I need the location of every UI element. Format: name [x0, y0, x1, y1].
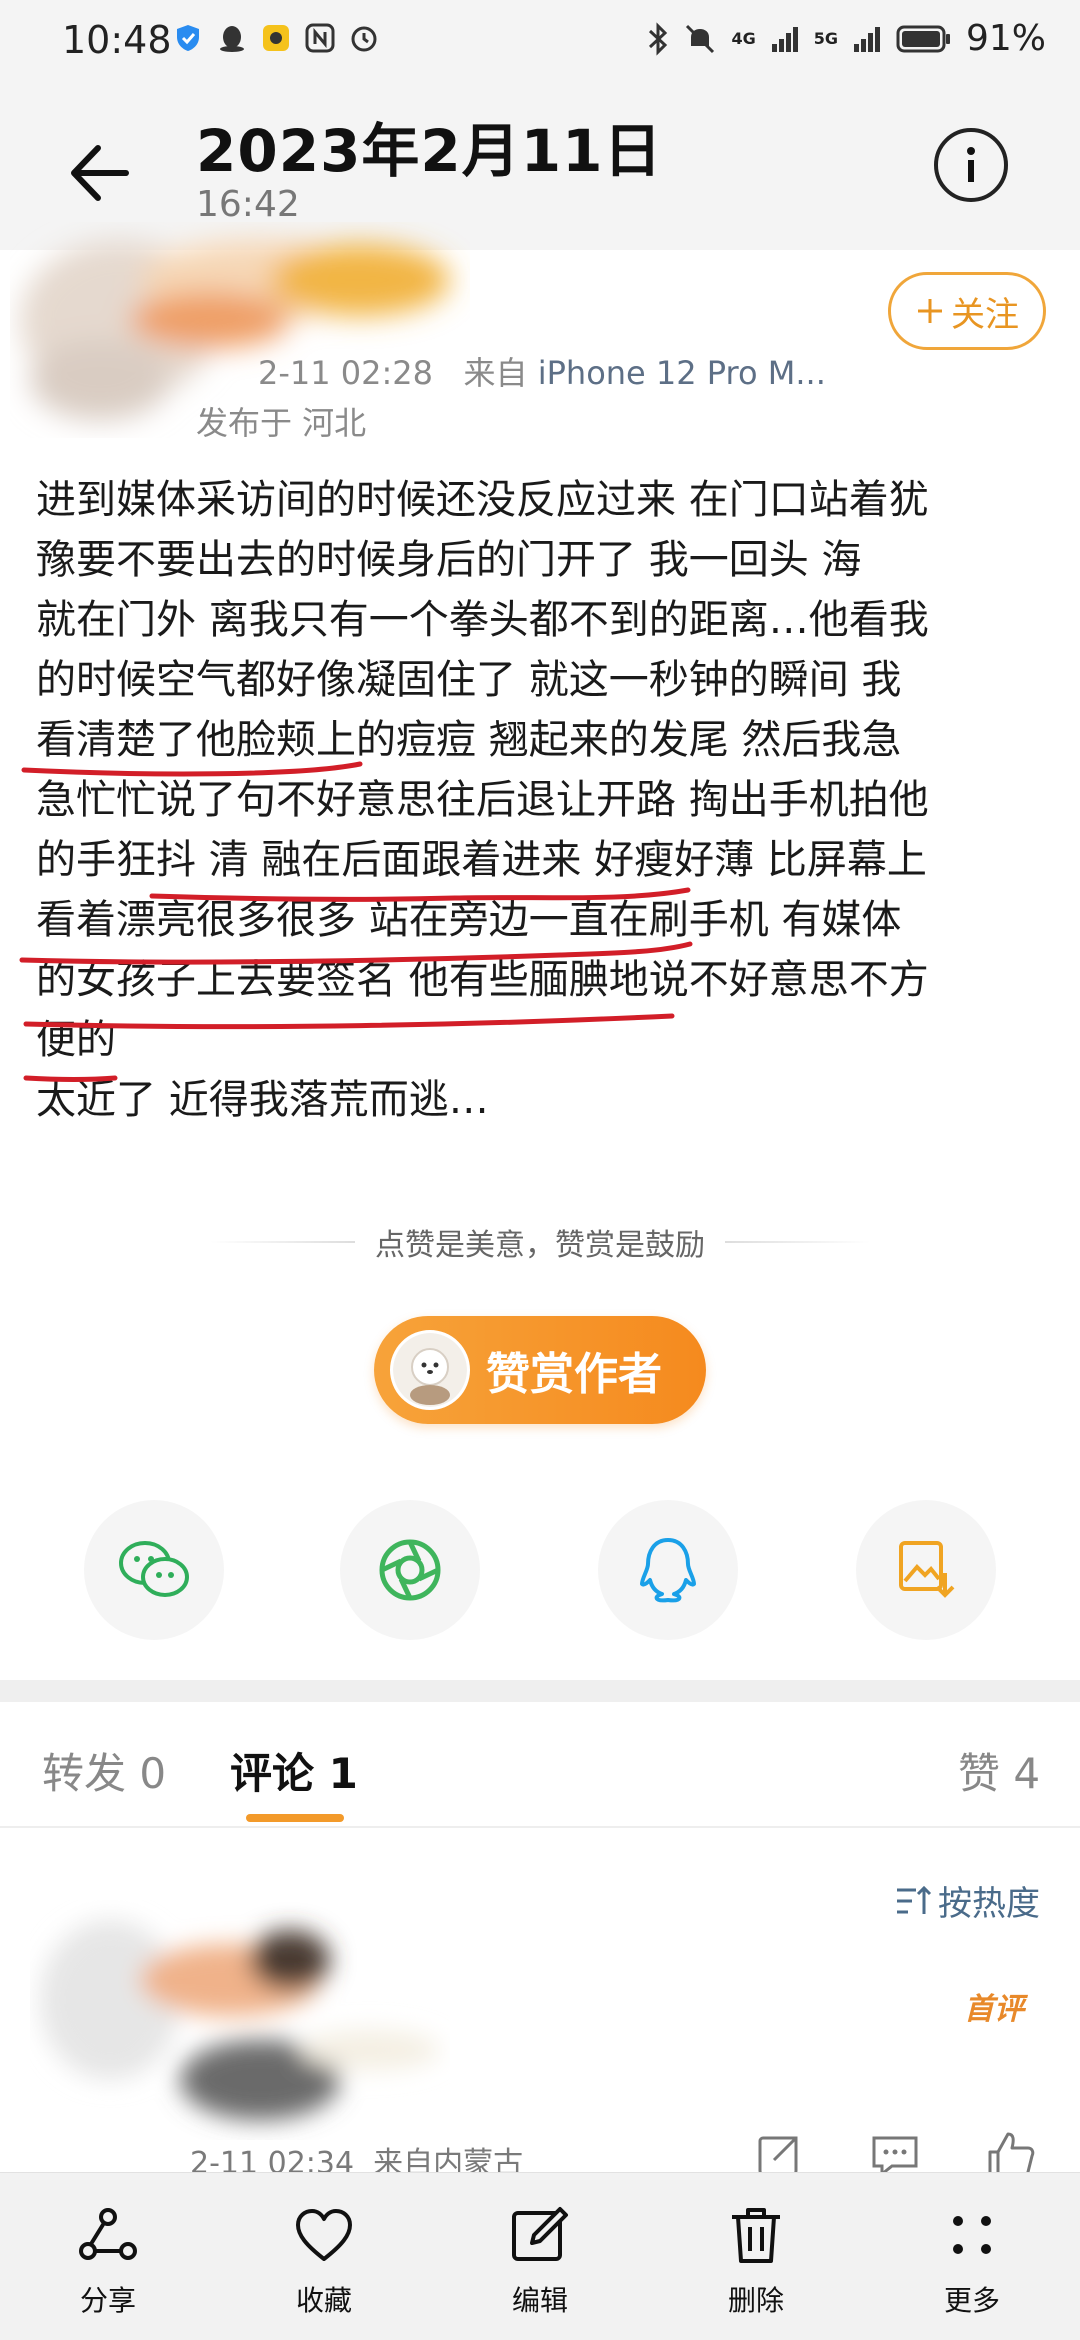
page-title: 2023年2月11日: [196, 117, 663, 185]
tab-comments[interactable]: 评论 1: [230, 1740, 358, 1801]
info-icon: [967, 147, 975, 182]
save-image-button[interactable]: [856, 1500, 996, 1640]
more-dots-icon: [953, 2216, 991, 2254]
follow-label: 关注: [951, 294, 1019, 335]
heart-icon: [296, 2209, 352, 2261]
tab-indicator: [246, 1814, 344, 1822]
delete-button[interactable]: 删除: [686, 2203, 826, 2333]
tab-likes[interactable]: 赞 4: [958, 1740, 1040, 1801]
battery-level: 91%: [965, 18, 1046, 59]
network-type-1: 4G: [731, 29, 756, 48]
post-content: 进到媒体采访间的时候还没反应过来 在门口站着犹 豫要不要出去的时候身后的门开了 …: [36, 470, 1046, 1130]
share-qq-button[interactable]: [598, 1500, 738, 1640]
camera-app-icon: [263, 25, 289, 51]
qq-icon: [640, 1538, 696, 1603]
more-button[interactable]: 更多: [902, 2203, 1042, 2333]
post-source[interactable]: iPhone 12 Pro M...: [538, 354, 826, 392]
favorite-button[interactable]: 收藏: [254, 2203, 394, 2333]
wechat-icon: [119, 1541, 189, 1597]
dog-avatar-icon: [393, 1333, 467, 1407]
share-row: [0, 1500, 1080, 1640]
tip-text: 点赞是美意，赞赏是鼓励: [375, 1228, 705, 1263]
save-image-icon: [899, 1541, 955, 1598]
nfc-icon: [305, 23, 335, 53]
post-line: 太近了 近得我落荒而逃…: [36, 1077, 489, 1123]
tip-divider: 点赞是美意，赞赏是鼓励: [210, 1222, 870, 1263]
post-meta: 2-11 02:28 来自 iPhone 12 Pro M...: [258, 348, 826, 394]
network-type-2: 5G: [813, 29, 838, 48]
delete-label: 删除: [727, 2284, 784, 2317]
share-button[interactable]: 分享: [38, 2203, 178, 2333]
post-line: 进到媒体采访间的时候还没反应过来 在门口站着犹: [36, 477, 929, 523]
commenter-avatar[interactable]: [30, 1900, 450, 2140]
post-line: 看清楚了他脸颊上的痘痘 翘起来的发尾 然后我急: [36, 717, 902, 763]
system-status: 4G 5G 91%: [647, 18, 1046, 59]
bluetooth-icon: [649, 21, 668, 56]
divider-line: [210, 1241, 355, 1243]
share-label: 分享: [79, 2284, 136, 2317]
post-line: 便的: [36, 1017, 116, 1063]
follow-button[interactable]: 关注: [888, 272, 1046, 350]
post-line: 的手狂抖 清 融在后面跟着进来 好瘦好薄 比屏幕上: [36, 837, 927, 883]
share-icon: [79, 2208, 137, 2260]
post-location: 发布于 河北: [196, 404, 367, 442]
mute-icon: [686, 24, 715, 53]
edit-button[interactable]: 编辑: [470, 2203, 610, 2333]
back-arrow-icon[interactable]: [64, 128, 154, 218]
bottom-toolbar: 分享 收藏 编辑 删除 更多: [0, 2172, 1080, 2340]
first-comment-badge: 首评: [964, 1992, 1024, 2027]
sort-button[interactable]: 按热度: [894, 1876, 1040, 1925]
favorite-label: 收藏: [295, 2284, 352, 2317]
edit-icon: [512, 2207, 568, 2261]
moments-icon: [379, 1539, 441, 1601]
post-timestamp: 2-11 02:28: [258, 354, 434, 392]
post-source-prefix: 来自: [463, 354, 528, 392]
post-line: 豫要不要出去的时候身后的门开了 我一回头 海: [36, 537, 862, 583]
qq-status-icon: [220, 26, 244, 52]
post-line: 看着漂亮很多很多 站在旁边一直在刷手机 有媒体: [36, 897, 902, 943]
sort-label: 按热度: [938, 1884, 1040, 1924]
reward-avatar: [390, 1330, 470, 1410]
post-line: 急忙忙说了句不好意思往后退让开路 掏出手机拍他: [36, 777, 929, 823]
post-line: 的女孩子上去要签名 他有些腼腆地说不好意思不方: [36, 957, 929, 1003]
section-divider: [0, 1680, 1080, 1702]
more-label: 更多: [943, 2284, 1000, 2317]
notification-icons: [172, 22, 380, 54]
divider-line: [725, 1241, 870, 1243]
battery-icon: [896, 25, 950, 52]
post-line: 的时候空气都好像凝固住了 就这一秒钟的瞬间 我: [36, 657, 902, 703]
share-wechat-button[interactable]: [84, 1500, 224, 1640]
edit-label: 编辑: [511, 2284, 568, 2317]
info-button[interactable]: [934, 128, 1008, 202]
trash-icon: [732, 2208, 780, 2263]
tab-repost[interactable]: 转发 0: [42, 1740, 166, 1801]
signal-2-icon: [853, 26, 880, 52]
sort-icon: [897, 1885, 932, 1914]
alarm-icon: [351, 26, 377, 52]
reward-label: 赞赏作者: [486, 1349, 662, 1400]
post-line: 就在门外 离我只有一个拳头都不到的距离…他看我: [36, 597, 929, 643]
share-moments-button[interactable]: [340, 1500, 480, 1640]
status-time: 10:48: [62, 18, 172, 62]
plus-icon: [918, 299, 942, 323]
reward-author-button[interactable]: 赞赏作者: [374, 1316, 706, 1424]
interaction-tabs: 转发 0 评论 1 赞 4: [0, 1702, 1080, 1828]
status-bar: 10:48 4G 5G 91%: [0, 0, 1080, 88]
shield-icon: [177, 25, 199, 51]
signal-icon: [771, 26, 798, 52]
